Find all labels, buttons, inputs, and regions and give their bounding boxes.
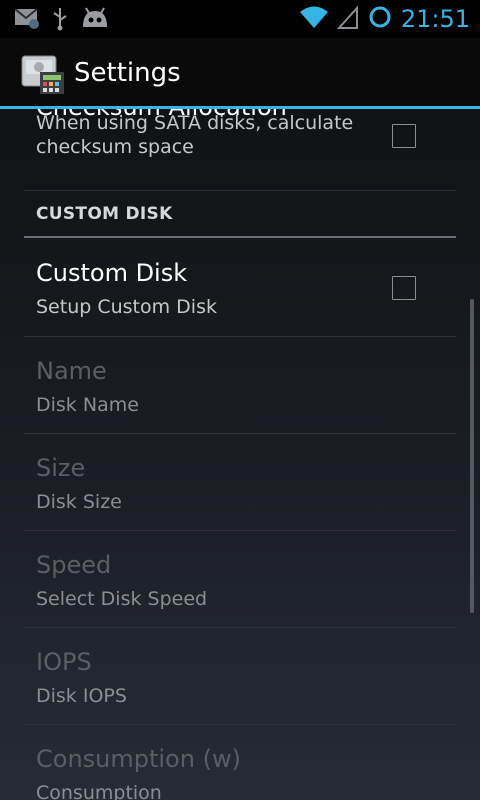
pref-size[interactable]: Size Disk Size: [24, 434, 456, 531]
page-title: Settings: [74, 58, 181, 88]
preferences-list[interactable]: Checksum Allocation When using SATA disk…: [0, 109, 480, 800]
pref-title: Custom Disk: [36, 259, 188, 287]
pref-title: Size: [36, 454, 86, 482]
status-clock: 21:51: [400, 5, 470, 33]
custom-disk-checkbox[interactable]: [392, 276, 416, 300]
pref-summary: Consumption: [36, 782, 162, 800]
wifi-icon: [299, 4, 329, 34]
pref-summary: Select Disk Speed: [36, 588, 208, 610]
pref-title: Name: [36, 357, 107, 385]
pref-iops[interactable]: IOPS Disk IOPS: [24, 628, 456, 725]
pref-title: Consumption (w): [36, 745, 241, 773]
scrollbar[interactable]: [470, 299, 474, 613]
pref-consumption[interactable]: Consumption (w) Consumption: [24, 725, 456, 800]
category-custom-disk: CUSTOM DISK: [36, 204, 173, 224]
pref-summary: When using SATA disks, calculate: [36, 112, 354, 134]
pref-summary: Disk Name: [36, 394, 139, 416]
status-bar: 21:51: [0, 0, 480, 38]
pref-summary: Disk Size: [36, 491, 122, 513]
checksum-checkbox[interactable]: [392, 124, 416, 148]
pref-speed[interactable]: Speed Select Disk Speed: [24, 531, 456, 628]
pref-title: Speed: [36, 551, 112, 579]
sync-ring-icon: [367, 4, 393, 34]
pref-summary: Setup Custom Disk: [36, 296, 217, 318]
pref-title: IOPS: [36, 648, 92, 676]
pref-summary: Disk IOPS: [36, 685, 127, 707]
android-debug-icon: [80, 5, 110, 35]
pref-name[interactable]: Name Disk Name: [24, 337, 456, 434]
disk-calculator-app-icon[interactable]: [20, 50, 66, 96]
pref-checksum-allocation[interactable]: Checksum Allocation When using SATA disk…: [24, 109, 456, 191]
gmail-icon: [14, 5, 40, 35]
signal-icon: [336, 4, 359, 34]
pref-custom-disk[interactable]: Custom Disk Setup Custom Disk: [24, 238, 456, 337]
action-bar: [0, 38, 480, 106]
usb-icon: [50, 5, 70, 35]
pref-summary: checksum space: [36, 136, 194, 158]
